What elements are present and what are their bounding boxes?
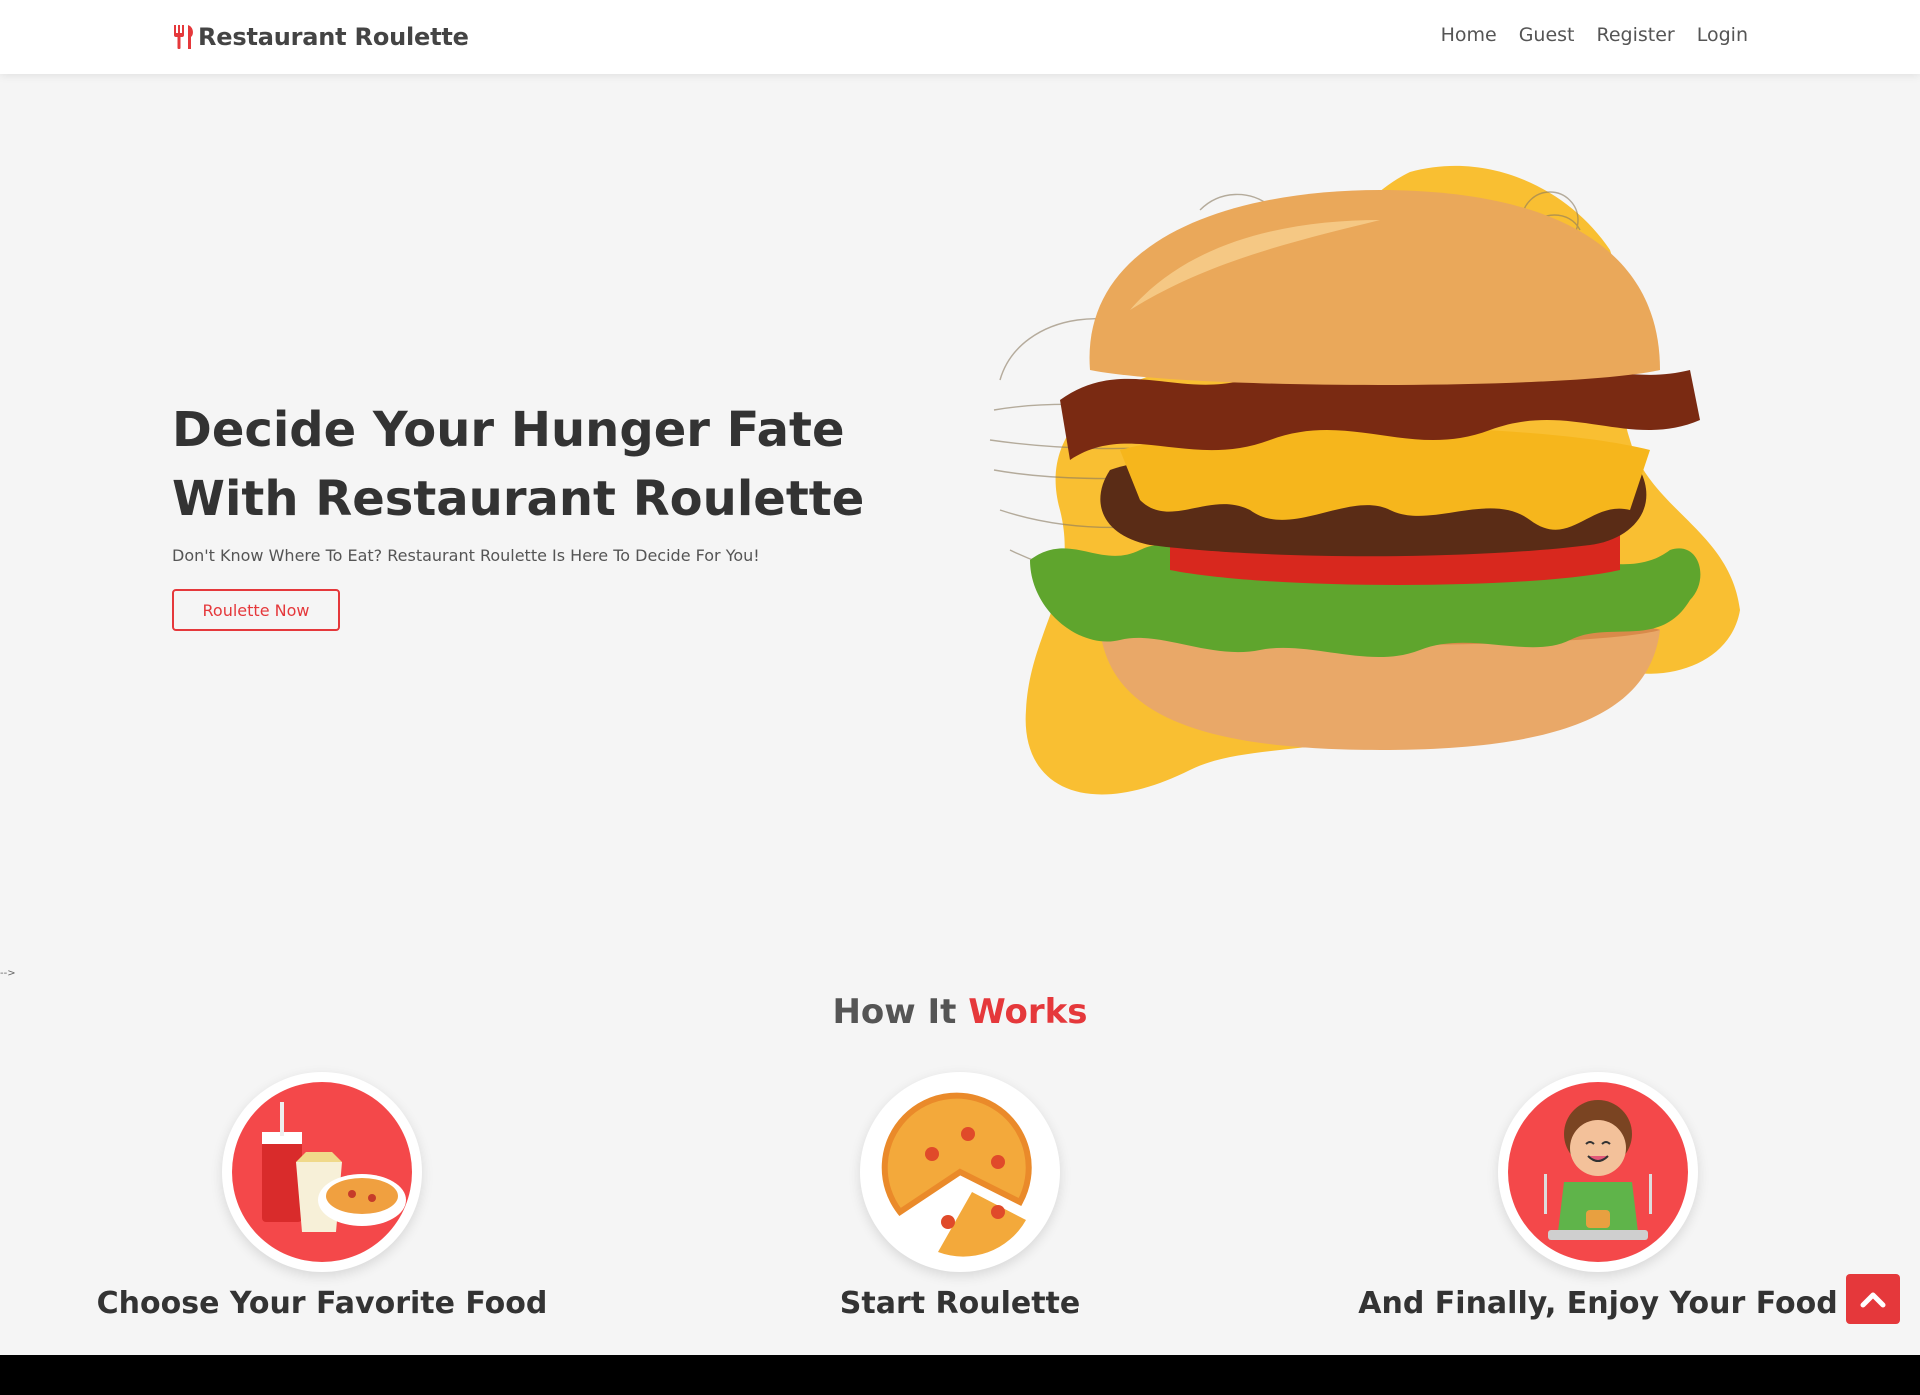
brand-logo[interactable]: Restaurant Roulette bbox=[172, 22, 469, 52]
how-it-works-title: How It Works bbox=[0, 992, 1920, 1032]
step-enjoy-food: And Finally, Enjoy Your Food bbox=[1358, 1072, 1838, 1321]
step-label: And Finally, Enjoy Your Food bbox=[1358, 1286, 1838, 1321]
step-icon-circle bbox=[860, 1072, 1060, 1272]
main-nav: Home Guest Register Login bbox=[1441, 24, 1748, 46]
step-label: Choose Your Favorite Food bbox=[96, 1286, 548, 1321]
nav-home[interactable]: Home bbox=[1441, 24, 1497, 46]
step-icon-circle bbox=[1498, 1072, 1698, 1272]
hero-title: Decide Your Hunger Fate With Restaurant … bbox=[172, 402, 865, 527]
step-label: Start Roulette bbox=[839, 1286, 1081, 1321]
how-title-accent: Works bbox=[968, 992, 1088, 1032]
how-title-main: How It bbox=[832, 992, 957, 1032]
hero-subtitle: Don't Know Where To Eat? Restaurant Roul… bbox=[172, 546, 760, 565]
footer-bar bbox=[0, 1355, 1920, 1395]
step-choose-food: Choose Your Favorite Food bbox=[82, 1072, 562, 1321]
step-start-roulette: Start Roulette bbox=[720, 1072, 1200, 1321]
happy-eater-icon bbox=[1508, 1082, 1688, 1262]
nav-guest[interactable]: Guest bbox=[1519, 24, 1575, 46]
brand-name: Restaurant Roulette bbox=[198, 23, 469, 51]
stray-comment-text: --> bbox=[0, 968, 16, 979]
step-icon-circle bbox=[222, 1072, 422, 1272]
scroll-to-top-button[interactable] bbox=[1846, 1274, 1900, 1324]
utensils-icon bbox=[174, 25, 193, 49]
burger-illustration bbox=[989, 165, 1740, 795]
fast-food-icon bbox=[232, 1082, 412, 1262]
roulette-now-button[interactable]: Roulette Now bbox=[172, 589, 340, 631]
pizza-icon bbox=[881, 1092, 1032, 1257]
chevron-up-icon bbox=[1860, 1292, 1886, 1308]
nav-login[interactable]: Login bbox=[1697, 24, 1748, 46]
nav-register[interactable]: Register bbox=[1597, 24, 1675, 46]
site-header: Restaurant Roulette Home Guest Register … bbox=[0, 0, 1920, 74]
